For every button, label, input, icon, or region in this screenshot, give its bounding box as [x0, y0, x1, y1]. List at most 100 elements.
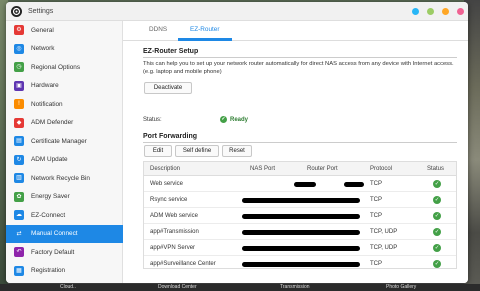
bell-icon: ! [14, 99, 24, 109]
cell-protocol: TCP [370, 261, 382, 267]
status-ok-icon: ✓ [433, 260, 441, 268]
column-header-description[interactable]: Description [150, 162, 180, 176]
chip-icon: ▣ [14, 80, 24, 91]
column-header-router-port[interactable]: Router Port [307, 162, 338, 176]
sidebar-item-label: Certificate Manager [31, 137, 87, 145]
window-control-dot-1[interactable] [412, 8, 419, 15]
window-control-dot-3[interactable] [442, 8, 449, 15]
sidebar-item-ez-connect[interactable]: ☁ EZ-Connect [6, 206, 123, 224]
column-header-status[interactable]: Status [427, 162, 444, 176]
table-row[interactable]: Web service TCP ✓ [144, 176, 456, 192]
port-forwarding-table: Description NAS Port Router Port Protoco… [143, 161, 457, 269]
status-text: Ready [230, 116, 249, 123]
sidebar-item-factory-default[interactable]: ↶ Factory Default [6, 243, 123, 261]
sidebar-item-registration[interactable]: ▦ Registration [6, 262, 123, 280]
sidebar-item-certificate-manager[interactable]: ▤ Certificate Manager [6, 132, 123, 150]
cell-protocol: TCP [370, 197, 382, 203]
sidebar-item-general[interactable]: ⚙ General [6, 21, 123, 39]
sidebar-item-label: Network Recycle Bin [31, 174, 90, 182]
title-bar[interactable]: Settings [6, 2, 468, 21]
ez-router-description: This can help you to set up your network… [143, 61, 454, 75]
deactivate-button[interactable]: Deactivate [144, 82, 192, 94]
tab-ez-router[interactable]: EZ-Router [190, 26, 219, 33]
reset-button[interactable]: Reset [222, 145, 252, 157]
edit-button[interactable]: Edit [144, 145, 172, 157]
cell-description: app#Surveillance Center [150, 261, 216, 267]
settings-window: Settings ⚙ General ◎ Network ◷ Regional Optio… [6, 2, 468, 283]
sidebar: ⚙ General ◎ Network ◷ Regional Options ▣ Hardwa… [6, 21, 123, 283]
sidebar-item-energy-saver[interactable]: ✿ Energy Saver [6, 188, 123, 206]
sidebar-item-label: ADM Defender [31, 119, 74, 126]
status-value: ✓ Ready [220, 116, 248, 123]
self-define-button[interactable]: Self define [175, 145, 219, 157]
certificate-icon: ▤ [14, 136, 24, 146]
redacted-router-port [314, 198, 360, 203]
port-forwarding-title: Port Forwarding [143, 133, 198, 140]
redacted-router-port [314, 246, 360, 251]
cell-protocol: TCP, UDP [370, 229, 398, 235]
sidebar-item-label: Hardware [31, 82, 59, 89]
taskbar-item[interactable]: Cloud.. [60, 284, 76, 291]
undo-icon: ↶ [14, 247, 24, 257]
table-row[interactable]: app#VPN Server TCP, UDP ✓ [144, 240, 456, 256]
redacted-nas-port [294, 182, 316, 187]
sidebar-item-adm-update[interactable]: ↻ ADM Update [6, 151, 123, 169]
sidebar-item-manual-connect[interactable]: ⇄ Manual Connect [6, 224, 123, 243]
cell-description: app#VPN Server [150, 245, 196, 251]
table-row[interactable]: ADM Web service TCP ✓ [144, 208, 456, 224]
table-row[interactable]: Rsync service TCP ✓ [144, 192, 456, 208]
window-title: Settings [28, 8, 54, 15]
sidebar-item-label: Network [31, 45, 55, 52]
table-header: Description NAS Port Router Port Protoco… [144, 162, 456, 176]
window-control-dot-4[interactable] [457, 8, 464, 15]
cell-description: Rsync service [150, 197, 188, 203]
leaf-icon: ✿ [14, 191, 24, 202]
status-ok-icon: ✓ [433, 244, 441, 252]
registration-icon: ▦ [14, 265, 24, 276]
sidebar-item-network-recycle-bin[interactable]: ▥ Network Recycle Bin [6, 169, 123, 187]
sidebar-item-regional-options[interactable]: ◷ Regional Options [6, 58, 123, 76]
tab-bar: DDNS EZ-Router [123, 21, 468, 41]
column-header-nas-port[interactable]: NAS Port [250, 162, 275, 176]
table-row[interactable]: app#Surveillance Center TCP ✓ [144, 256, 456, 268]
taskbar-item[interactable]: Download Center [158, 284, 197, 291]
cell-description: ADM Web service [150, 213, 198, 219]
ez-router-setup-title: EZ-Router Setup [143, 48, 199, 55]
sidebar-item-label: EZ-Connect [31, 211, 66, 219]
cell-protocol: TCP [370, 181, 382, 187]
connect-icon: ⇄ [14, 228, 24, 239]
column-header-protocol[interactable]: Protocol [370, 162, 392, 176]
taskbar-item[interactable]: Transmission [280, 284, 310, 291]
sidebar-item-adm-defender[interactable]: ◆ ADM Defender [6, 114, 123, 132]
sidebar-item-network[interactable]: ◎ Network [6, 40, 123, 58]
sidebar-item-label: Energy Saver [31, 193, 70, 200]
status-ok-icon: ✓ [433, 196, 441, 204]
status-ok-icon: ✓ [433, 180, 441, 188]
taskbar-item[interactable]: Photo Gallery [386, 284, 416, 291]
sidebar-item-label: ADM Update [31, 156, 68, 163]
cell-description: Web service [150, 181, 183, 187]
sidebar-item-label: Notification [31, 100, 63, 108]
active-tab-indicator [178, 38, 232, 41]
redacted-router-port [344, 182, 364, 187]
sidebar-item-label: General [31, 26, 54, 34]
redacted-router-port [314, 262, 360, 267]
cloud-icon: ☁ [14, 210, 24, 220]
status-ok-icon: ✓ [433, 228, 441, 236]
clock-icon: ◷ [14, 62, 24, 72]
section-divider [143, 142, 457, 143]
sidebar-item-notification[interactable]: ! Notification [6, 95, 123, 113]
ready-check-icon: ✓ [220, 116, 227, 123]
update-icon: ↻ [14, 154, 24, 165]
gear-icon: ⚙ [14, 25, 24, 35]
tab-ddns[interactable]: DDNS [149, 26, 167, 33]
cell-description: app#Transmission [150, 229, 199, 235]
cell-protocol: TCP [370, 213, 382, 219]
table-row[interactable]: app#Transmission TCP, UDP ✓ [144, 224, 456, 240]
window-control-dot-2[interactable] [427, 8, 434, 15]
sidebar-item-label: Registration [31, 267, 66, 274]
redacted-router-port [314, 230, 360, 235]
sidebar-item-hardware[interactable]: ▣ Hardware [6, 77, 123, 95]
shield-icon: ◆ [14, 117, 24, 128]
recycle-bin-icon: ▥ [14, 173, 24, 183]
